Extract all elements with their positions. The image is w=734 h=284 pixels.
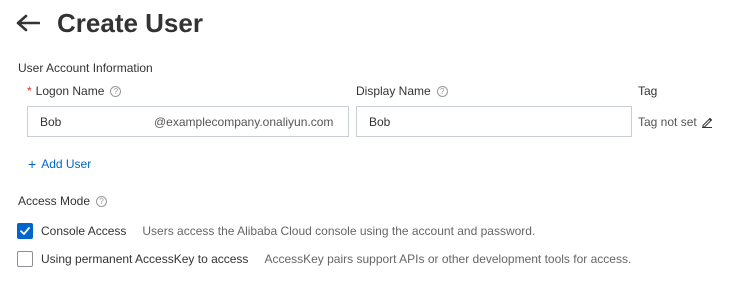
plus-icon: + — [28, 156, 37, 172]
accesskey-access-label[interactable]: Using permanent AccessKey to access — [41, 252, 248, 266]
tag-value: Tag not set — [638, 115, 697, 129]
logon-domain-suffix: @examplecompany.onaliyun.com — [154, 114, 334, 129]
display-name-value[interactable]: Bob — [357, 115, 390, 129]
logon-name-value[interactable]: Bob — [28, 115, 154, 129]
checkmark-icon — [20, 227, 30, 235]
logon-name-label: * Logon Name ? — [27, 84, 122, 98]
page-header: Create User — [16, 6, 203, 40]
help-icon[interactable]: ? — [96, 195, 108, 207]
tag-field: Tag not set — [638, 115, 713, 129]
logon-name-input[interactable]: Bob @examplecompany.onaliyun.com — [27, 106, 349, 137]
page-title: Create User — [57, 7, 203, 38]
access-mode-label: Access Mode ? — [18, 194, 108, 208]
add-user-button[interactable]: + Add User — [28, 156, 91, 172]
accesskey-access-option[interactable]: Using permanent AccessKey to access Acce… — [17, 251, 631, 267]
arrow-left-icon[interactable] — [16, 13, 42, 33]
console-access-description: Users access the Alibaba Cloud console u… — [142, 224, 536, 238]
access-mode-label-text: Access Mode — [18, 194, 91, 208]
required-marker: * — [27, 84, 32, 98]
help-icon[interactable]: ? — [436, 85, 448, 97]
display-name-label: Display Name ? — [356, 84, 448, 98]
tag-label: Tag — [638, 84, 658, 98]
accesskey-access-checkbox[interactable] — [17, 251, 33, 267]
pencil-icon[interactable] — [701, 116, 713, 128]
accesskey-access-description: AccessKey pairs support APIs or other de… — [264, 252, 632, 266]
create-user-page: Create User User Account Information * L… — [0, 0, 734, 284]
help-icon[interactable]: ? — [110, 85, 122, 97]
console-access-option[interactable]: Console Access Users access the Alibaba … — [17, 223, 535, 239]
account-section-label: User Account Information — [18, 61, 153, 75]
display-name-label-text: Display Name — [356, 84, 431, 98]
console-access-checkbox[interactable] — [17, 223, 33, 239]
console-access-label[interactable]: Console Access — [41, 224, 126, 238]
logon-name-label-text: Logon Name — [35, 84, 105, 98]
add-user-label: Add User — [41, 157, 92, 171]
display-name-input[interactable]: Bob — [356, 106, 632, 137]
